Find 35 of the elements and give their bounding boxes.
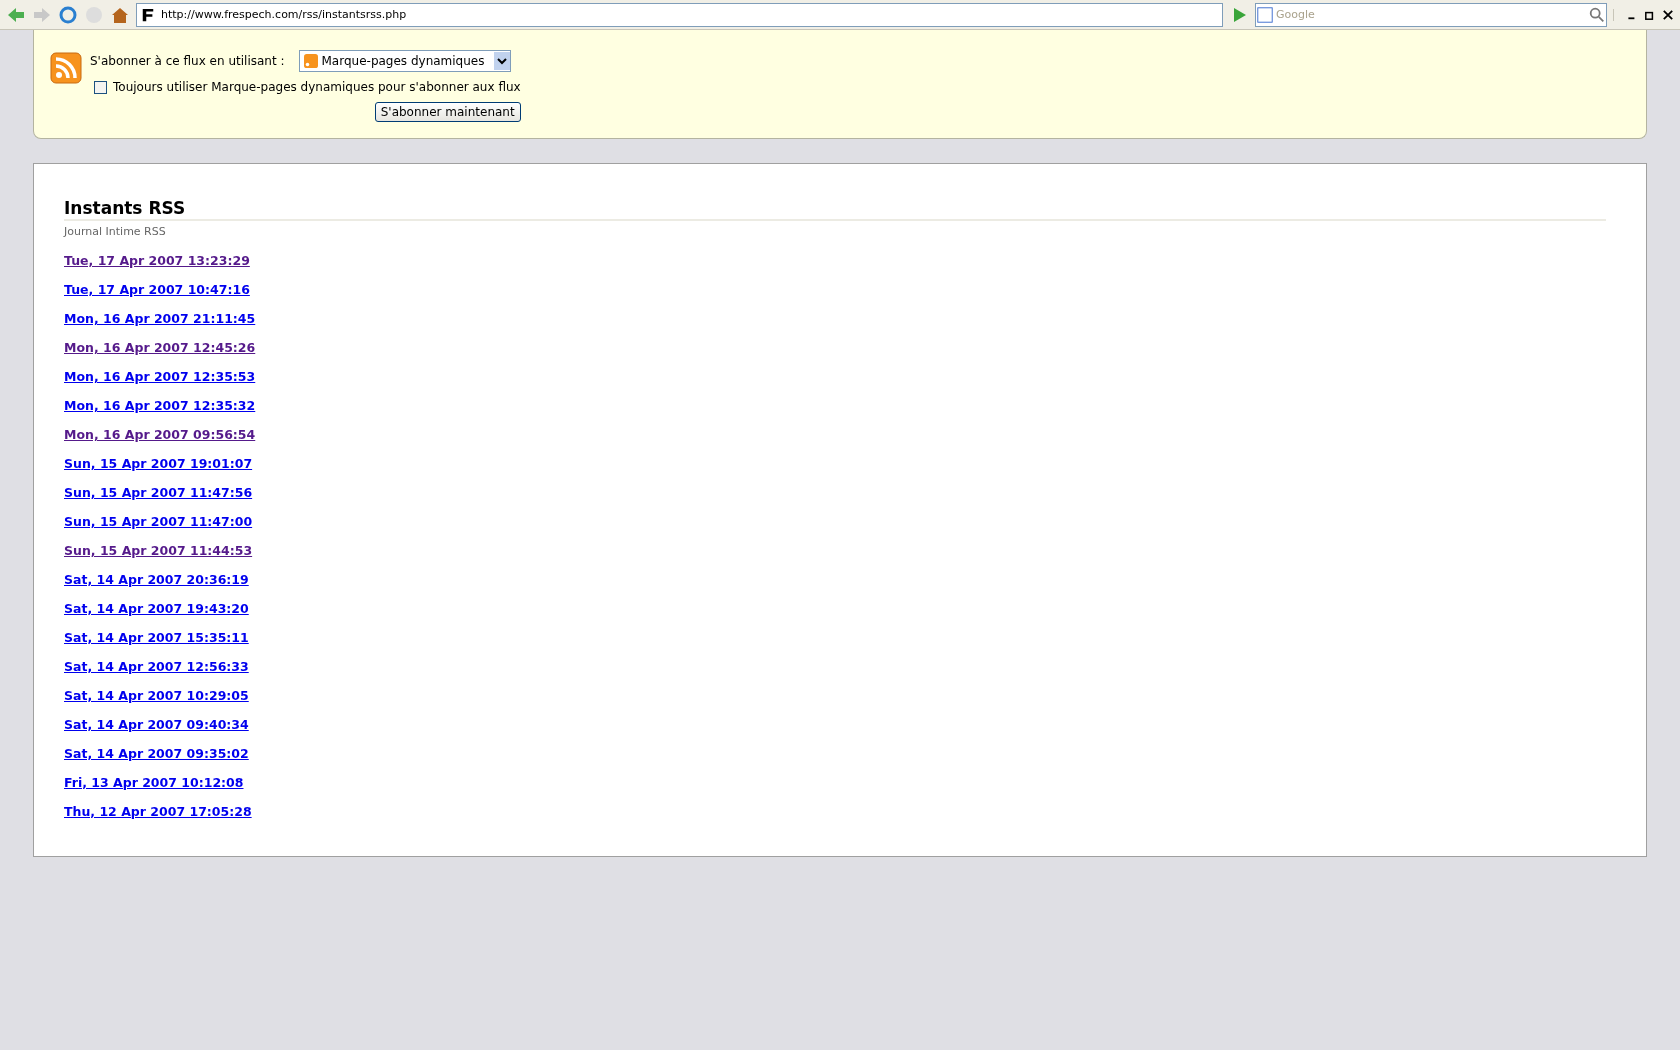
feed-item-link[interactable]: Sun, 15 Apr 2007 11:47:00 xyxy=(64,513,253,530)
feed-subtitle: Journal Intime RSS xyxy=(64,225,167,238)
feed-item-link[interactable]: Sun, 15 Apr 2007 11:44:53 xyxy=(64,542,253,559)
feed-item-link[interactable]: Sat, 14 Apr 2007 09:35:02 xyxy=(64,745,249,762)
feed-item-link[interactable]: Fri, 13 Apr 2007 10:12:08 xyxy=(64,774,244,791)
search-field[interactable]: Google xyxy=(1255,2,1607,27)
close-icon[interactable] xyxy=(1662,8,1674,21)
feed-item-link[interactable]: Mon, 16 Apr 2007 21:11:45 xyxy=(64,310,256,327)
feed-item-link[interactable]: Thu, 12 Apr 2007 17:05:28 xyxy=(64,803,252,820)
site-favicon-icon xyxy=(141,7,155,22)
feed-item-link[interactable]: Mon, 16 Apr 2007 09:56:54 xyxy=(64,426,256,443)
always-use-label: Toujours utiliser Marque-pages dynamiques pour s'abonner aux flux xyxy=(113,80,521,94)
feed-item-link[interactable]: Mon, 16 Apr 2007 12:45:26 xyxy=(64,339,256,356)
feed-item-link[interactable]: Sat, 14 Apr 2007 09:40:34 xyxy=(64,716,249,733)
feed-item-link[interactable]: Sat, 14 Apr 2007 12:56:33 xyxy=(64,658,249,675)
feed-item-link[interactable]: Sun, 15 Apr 2007 19:01:07 xyxy=(64,455,253,472)
feed-item-link[interactable]: Tue, 17 Apr 2007 13:23:29 xyxy=(64,252,250,269)
rss-feed-icon xyxy=(303,54,318,68)
always-use-checkbox[interactable] xyxy=(94,80,107,94)
feed-title: Instants RSS xyxy=(64,198,1606,221)
feed-item-link[interactable]: Sun, 15 Apr 2007 11:47:56 xyxy=(64,484,253,501)
feed-item-link[interactable]: Tue, 17 Apr 2007 10:47:16 xyxy=(64,281,250,298)
feed-item-link[interactable]: Sat, 14 Apr 2007 20:36:19 xyxy=(64,571,249,588)
feed-item-link[interactable]: Mon, 16 Apr 2007 12:35:32 xyxy=(64,397,256,414)
feed-item-link[interactable]: Mon, 16 Apr 2007 12:35:53 xyxy=(64,368,256,385)
subscribe-label: S'abonner à ce flux en utilisant : xyxy=(90,54,285,68)
subscribe-now-button[interactable]: S'abonner maintenant xyxy=(374,102,521,122)
search-icon[interactable] xyxy=(1588,5,1606,24)
feed-item-link[interactable]: Sat, 14 Apr 2007 15:35:11 xyxy=(64,629,249,646)
rss-feed-icon xyxy=(50,52,82,84)
dropdown-caret-icon[interactable] xyxy=(493,52,510,70)
reader-dropdown[interactable]: Marque-pages dynamiques xyxy=(298,50,511,72)
feed-item-link[interactable]: Sat, 14 Apr 2007 19:43:20 xyxy=(64,600,249,617)
address-field[interactable]: http://www.frespech.com/rss/instantsrss.php xyxy=(136,2,1223,27)
feed-item-link[interactable]: Sat, 14 Apr 2007 10:29:05 xyxy=(64,687,249,704)
